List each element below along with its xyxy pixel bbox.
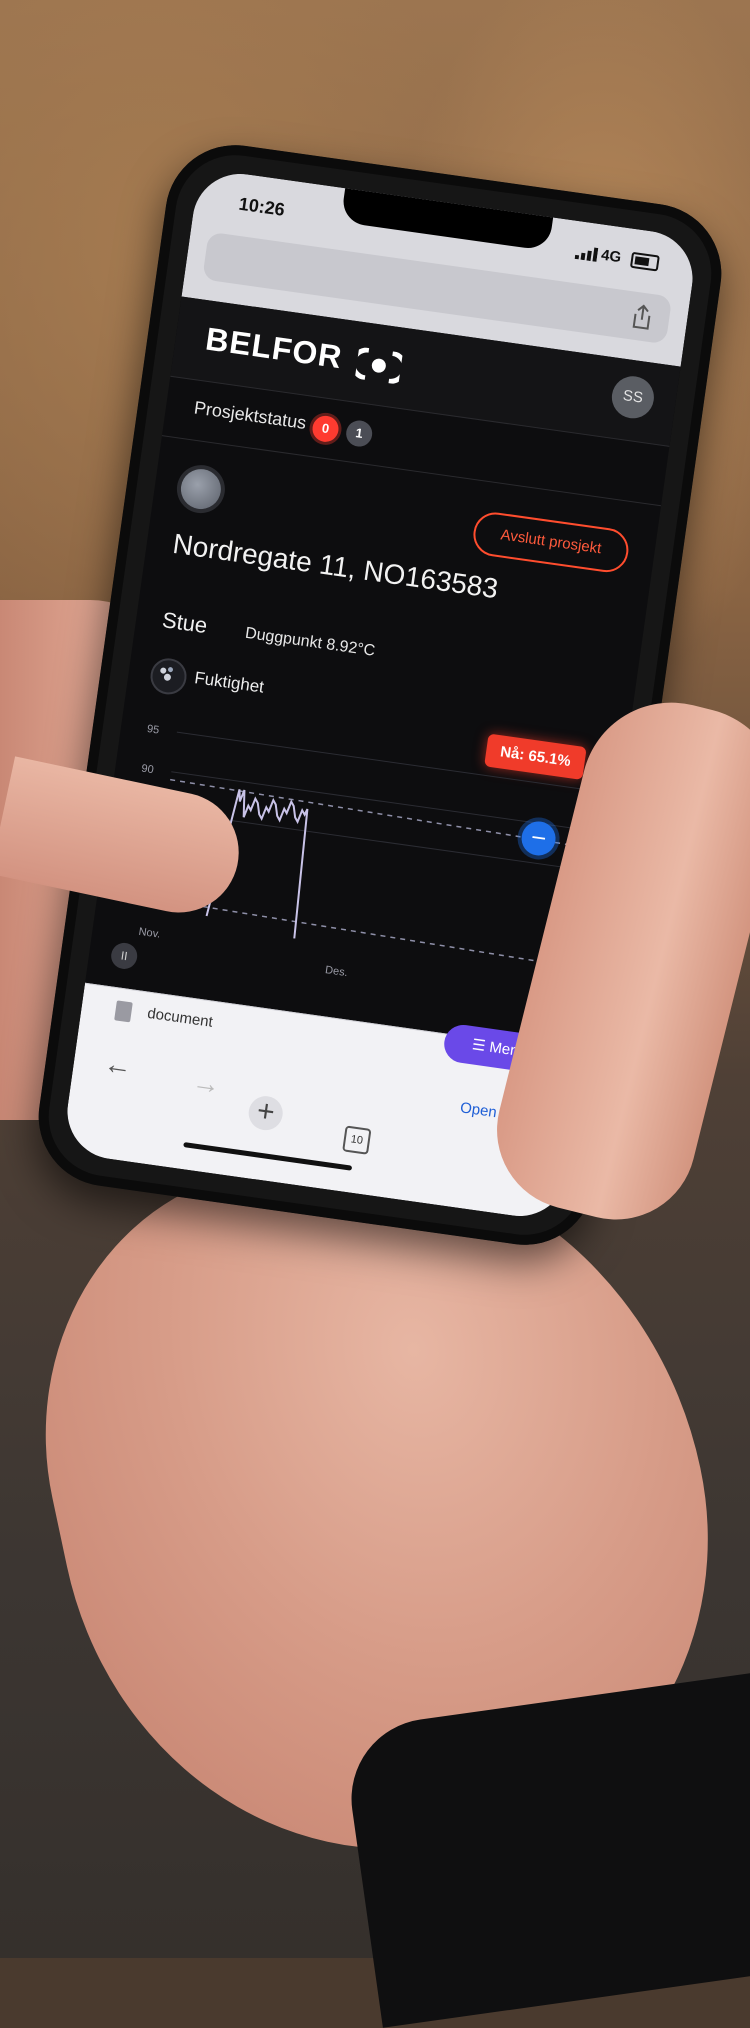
new-tab-plus-icon[interactable]: + xyxy=(246,1093,285,1133)
share-icon[interactable] xyxy=(629,302,654,331)
project-status-label: Prosjektstatus xyxy=(192,397,308,433)
alert-count-badge[interactable]: 0 xyxy=(310,414,341,444)
gridline-95 xyxy=(176,731,623,796)
network-type: 4G xyxy=(600,246,623,267)
status-indicators: 4G xyxy=(574,243,660,272)
forward-arrow-icon[interactable]: → xyxy=(190,1066,222,1102)
x-tick-des: Des. xyxy=(324,964,348,979)
x-tick-nov: Nov. xyxy=(138,926,161,941)
battery-icon xyxy=(629,251,660,272)
humidity-icon xyxy=(148,656,189,697)
home-indicator xyxy=(183,1142,353,1171)
avatar[interactable]: SS xyxy=(609,373,657,422)
info-count-badge[interactable]: 1 xyxy=(344,418,374,449)
room-name: Stue xyxy=(160,607,209,639)
metric-label: Fuktighet xyxy=(193,668,266,697)
document-icon xyxy=(114,1000,133,1023)
dewpoint-readout: Duggpunkt 8.92°C xyxy=(244,624,377,660)
sleeve xyxy=(341,1672,750,2028)
project-address: Nordregate 11, NO163583 xyxy=(170,527,500,605)
end-project-button[interactable]: Avslutt prosjekt xyxy=(470,509,632,575)
logo-mark-icon xyxy=(355,347,404,384)
belfor-logo: BELFOR xyxy=(203,320,404,384)
threshold-lower xyxy=(153,897,598,972)
y-tick-90: 90 xyxy=(141,763,155,777)
status-time: 10:26 xyxy=(237,193,287,220)
document-label[interactable]: document xyxy=(146,1005,214,1031)
droplets-icon xyxy=(160,667,173,681)
logo-text: BELFOR xyxy=(203,320,345,376)
tabs-count-icon[interactable]: 10 xyxy=(342,1125,372,1155)
back-arrow-icon[interactable]: ← xyxy=(102,1047,134,1083)
signal-icon xyxy=(574,247,598,262)
site-status-icon xyxy=(178,466,224,512)
y-tick-95: 95 xyxy=(146,723,160,737)
